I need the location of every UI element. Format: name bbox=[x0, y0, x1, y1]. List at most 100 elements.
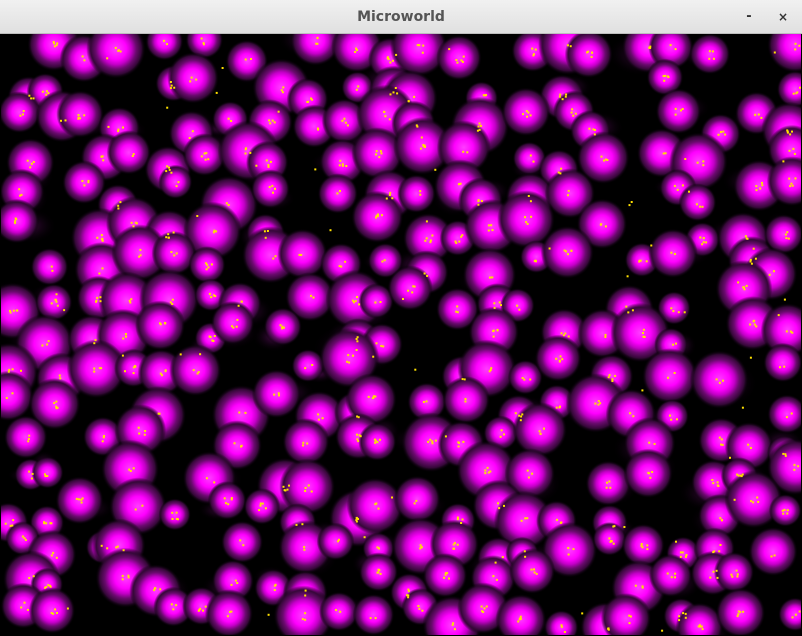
particle bbox=[44, 475, 47, 478]
particle bbox=[204, 158, 207, 161]
particle bbox=[173, 86, 176, 89]
stray-particle bbox=[630, 201, 633, 203]
particle bbox=[283, 489, 286, 492]
stray-particle bbox=[684, 158, 687, 160]
particle bbox=[526, 469, 529, 472]
stray-particle bbox=[277, 110, 280, 113]
particle bbox=[685, 554, 688, 556]
particle bbox=[41, 344, 44, 347]
particle bbox=[101, 267, 104, 270]
particle bbox=[379, 572, 382, 575]
particle bbox=[171, 511, 174, 514]
particle bbox=[20, 193, 23, 196]
particle bbox=[649, 476, 652, 479]
particle bbox=[486, 466, 489, 469]
particle bbox=[125, 335, 127, 338]
particle bbox=[608, 537, 611, 540]
particle bbox=[286, 488, 289, 491]
particle bbox=[264, 236, 267, 239]
stray-particle bbox=[720, 438, 723, 441]
particle bbox=[790, 412, 793, 415]
organism-blob bbox=[250, 169, 290, 209]
particle bbox=[794, 48, 797, 51]
particle bbox=[640, 543, 643, 545]
organism-blob bbox=[436, 34, 482, 81]
particle bbox=[672, 310, 675, 313]
particle bbox=[95, 299, 98, 302]
particle bbox=[783, 365, 786, 368]
particle bbox=[790, 182, 793, 185]
particle bbox=[696, 161, 699, 164]
particle bbox=[200, 37, 203, 40]
particle bbox=[122, 337, 125, 340]
particle bbox=[21, 535, 24, 538]
particle bbox=[79, 117, 81, 120]
simulation-canvas[interactable] bbox=[1, 34, 801, 635]
particle bbox=[128, 468, 131, 471]
particle bbox=[15, 309, 18, 312]
particle bbox=[351, 299, 354, 302]
title-bar[interactable]: Microworld - × bbox=[0, 0, 802, 34]
particle bbox=[461, 518, 464, 521]
organism-blob bbox=[220, 520, 264, 564]
close-button[interactable]: × bbox=[773, 7, 793, 27]
particle bbox=[391, 59, 394, 62]
particle bbox=[670, 418, 673, 421]
particle bbox=[794, 613, 797, 616]
particle bbox=[211, 339, 214, 342]
particle bbox=[684, 555, 687, 558]
particle bbox=[60, 119, 62, 122]
particle bbox=[339, 610, 342, 613]
stray-particle bbox=[215, 91, 218, 94]
particle bbox=[478, 122, 481, 125]
particle bbox=[54, 608, 57, 611]
particle bbox=[716, 481, 719, 484]
particle bbox=[83, 59, 86, 62]
stray-particle bbox=[255, 164, 258, 167]
particle bbox=[794, 42, 797, 45]
particle bbox=[213, 294, 215, 297]
organism-blob bbox=[277, 228, 328, 279]
particle bbox=[231, 325, 233, 328]
organism-blob bbox=[512, 402, 568, 457]
particle bbox=[27, 440, 30, 443]
particle bbox=[169, 81, 172, 83]
particle bbox=[77, 114, 80, 117]
particle bbox=[786, 231, 789, 234]
particle bbox=[304, 618, 307, 621]
particle bbox=[749, 323, 752, 326]
particle bbox=[713, 550, 716, 553]
particle bbox=[28, 470, 31, 473]
particle bbox=[592, 128, 595, 131]
particle bbox=[381, 214, 383, 217]
particle bbox=[789, 185, 792, 188]
particle bbox=[521, 413, 524, 416]
particle bbox=[761, 181, 763, 184]
minimize-button[interactable]: - bbox=[739, 7, 759, 27]
particle bbox=[722, 379, 724, 382]
particle bbox=[358, 303, 361, 306]
particle bbox=[681, 184, 684, 187]
particle bbox=[605, 486, 608, 489]
particle bbox=[54, 298, 57, 301]
particle bbox=[129, 301, 132, 304]
particle bbox=[102, 159, 105, 162]
particle bbox=[56, 612, 58, 614]
particle bbox=[588, 127, 591, 130]
particle bbox=[524, 517, 527, 520]
particle bbox=[608, 374, 611, 377]
particle bbox=[497, 502, 499, 505]
particle bbox=[236, 582, 239, 584]
particle bbox=[200, 155, 203, 158]
particle bbox=[520, 415, 523, 418]
particle bbox=[9, 309, 11, 312]
particle bbox=[117, 130, 120, 133]
particle bbox=[132, 225, 135, 228]
particle bbox=[385, 197, 388, 200]
particle bbox=[357, 416, 360, 419]
particle bbox=[462, 55, 465, 58]
particle bbox=[750, 262, 753, 265]
particle bbox=[495, 578, 498, 581]
particle bbox=[457, 445, 460, 448]
particle bbox=[391, 197, 394, 200]
